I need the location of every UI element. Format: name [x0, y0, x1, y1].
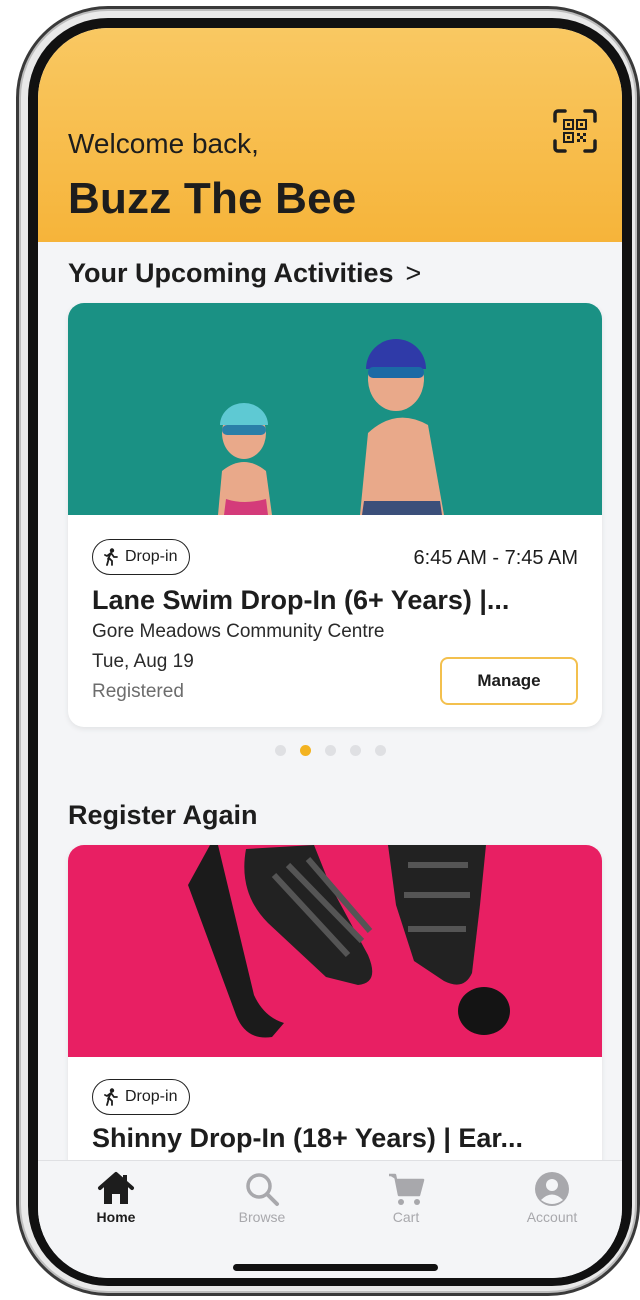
search-icon: [246, 1173, 279, 1206]
tab-account-label: Account: [526, 1209, 578, 1225]
manage-button[interactable]: Manage: [440, 657, 578, 705]
tab-browse[interactable]: Browse: [212, 1171, 312, 1225]
welcome-text: Welcome back,: [68, 128, 259, 159]
walking-person-icon: [104, 1088, 118, 1106]
pager-dot-active[interactable]: [299, 745, 311, 756]
tab-home-label: Home: [96, 1209, 136, 1225]
pager-dot[interactable]: [274, 745, 286, 756]
upcoming-activities-title: Your Upcoming Activities: [68, 258, 394, 288]
activity-title: Lane Swim Drop-In (6+ Years) |...: [92, 585, 510, 615]
tab-cart-label: Cart: [392, 1209, 420, 1225]
drop-in-tag: Drop-in: [92, 1079, 191, 1115]
welcome-header: Welcome back, Buzz The Bee: [38, 28, 622, 242]
tab-browse-label: Browse: [238, 1209, 286, 1225]
cart-icon: [389, 1173, 425, 1205]
pager-dot[interactable]: [324, 745, 336, 756]
tab-cart[interactable]: Cart: [356, 1171, 456, 1225]
bottom-tab-bar: Home Browse Cart Account: [38, 1160, 622, 1278]
pager-dot[interactable]: [349, 745, 361, 756]
home-indicator[interactable]: [233, 1264, 438, 1271]
drop-in-label: Drop-in: [125, 1088, 178, 1105]
tab-account[interactable]: Account: [502, 1171, 602, 1225]
activity-time: 6:45 AM - 7:45 AM: [413, 547, 578, 569]
walking-person-icon: [104, 548, 118, 566]
carousel-pager: [38, 745, 622, 756]
tab-home[interactable]: Home: [66, 1171, 166, 1225]
register-again-card[interactable]: Drop-in Shinny Drop-In (18+ Years) | Ear…: [68, 845, 602, 1185]
activity-image-hockey: [68, 845, 602, 1057]
chevron-right-icon: >: [405, 258, 422, 288]
registration-status: Registered: [92, 681, 184, 702]
activity-location: Gore Meadows Community Centre: [92, 621, 385, 642]
drop-in-tag: Drop-in: [92, 539, 191, 575]
app-screen: Welcome back, Buzz The Bee Your Upcoming…: [38, 28, 622, 1278]
activity-title: Shinny Drop-In (18+ Years) | Ear...: [92, 1123, 523, 1153]
activity-image-swimmers: [68, 303, 602, 515]
upcoming-activities-link[interactable]: Your Upcoming Activities >: [68, 258, 421, 289]
user-name: Buzz The Bee: [68, 174, 357, 223]
qr-code-scan-icon[interactable]: [552, 108, 598, 154]
home-icon: [98, 1172, 134, 1204]
account-icon: [535, 1172, 569, 1206]
activity-date: Tue, Aug 19: [92, 651, 194, 672]
drop-in-label: Drop-in: [125, 548, 178, 565]
pager-dot[interactable]: [374, 745, 386, 756]
upcoming-activity-card[interactable]: Drop-in 6:45 AM - 7:45 AM Lane Swim Drop…: [68, 303, 602, 727]
register-again-title: Register Again: [68, 800, 258, 830]
